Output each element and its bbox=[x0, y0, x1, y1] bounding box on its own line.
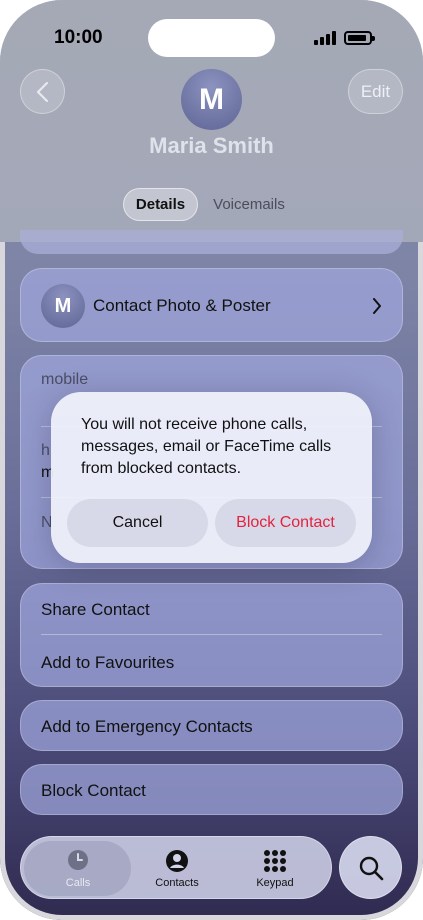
back-button[interactable] bbox=[20, 69, 65, 114]
dynamic-island bbox=[148, 19, 275, 57]
tab-calls[interactable]: Calls bbox=[26, 837, 130, 900]
confirm-block-contact-button[interactable]: Block Contact bbox=[215, 499, 356, 547]
contact-avatar: M bbox=[181, 69, 242, 130]
divider bbox=[41, 634, 382, 635]
search-button[interactable] bbox=[339, 836, 402, 899]
contact-photo-poster-row[interactable]: M Contact Photo & Poster bbox=[20, 268, 403, 342]
phone-screen: 10:00 M Edit Maria Smith Details Voicema… bbox=[0, 0, 423, 920]
contact-avatar-small: M bbox=[41, 284, 85, 328]
tab-keypad-label: Keypad bbox=[256, 877, 294, 889]
chevron-left-icon bbox=[36, 81, 49, 103]
contact-name: Maria Smith bbox=[149, 133, 274, 158]
signal-icon bbox=[314, 30, 336, 45]
previous-card-edge bbox=[20, 230, 403, 254]
tab-bar: Calls Contacts Keypad bbox=[20, 836, 332, 899]
contact-photo-poster-label: Contact Photo & Poster bbox=[93, 296, 271, 315]
partial-label-home: h bbox=[41, 442, 50, 459]
keypad-icon bbox=[264, 850, 286, 872]
share-favourites-card: Share Contact Add to Favourites bbox=[20, 583, 403, 687]
tab-keypad[interactable]: Keypad bbox=[223, 837, 327, 900]
tab-contacts[interactable]: Contacts bbox=[125, 837, 229, 900]
tab-calls-label: Calls bbox=[65, 877, 91, 889]
clock-icon bbox=[68, 850, 88, 870]
add-to-emergency-button[interactable]: Add to Emergency Contacts bbox=[20, 700, 403, 751]
add-to-favourites-button[interactable]: Add to Favourites bbox=[41, 653, 174, 673]
chevron-right-icon bbox=[373, 298, 381, 314]
share-contact-button[interactable]: Share Contact bbox=[41, 600, 150, 620]
block-contact-label: Block Contact bbox=[41, 781, 146, 800]
tab-voicemails[interactable]: Voicemails bbox=[206, 188, 292, 221]
tab-details[interactable]: Details bbox=[123, 188, 198, 221]
person-circle-icon bbox=[166, 850, 188, 872]
tab-contacts-label: Contacts bbox=[155, 877, 199, 889]
edit-button[interactable]: Edit bbox=[348, 69, 403, 114]
block-contact-button[interactable]: Block Contact bbox=[20, 764, 403, 815]
battery-icon bbox=[344, 31, 375, 45]
status-bar: 10:00 bbox=[0, 0, 423, 70]
block-confirmation-alert: You will not receive phone calls, messag… bbox=[51, 392, 372, 563]
cancel-button[interactable]: Cancel bbox=[67, 499, 208, 547]
add-to-emergency-label: Add to Emergency Contacts bbox=[41, 717, 253, 736]
mobile-label: mobile bbox=[41, 371, 89, 388]
search-icon bbox=[359, 856, 384, 881]
status-time: 10:00 bbox=[54, 27, 103, 48]
alert-message: You will not receive phone calls, messag… bbox=[81, 416, 332, 477]
